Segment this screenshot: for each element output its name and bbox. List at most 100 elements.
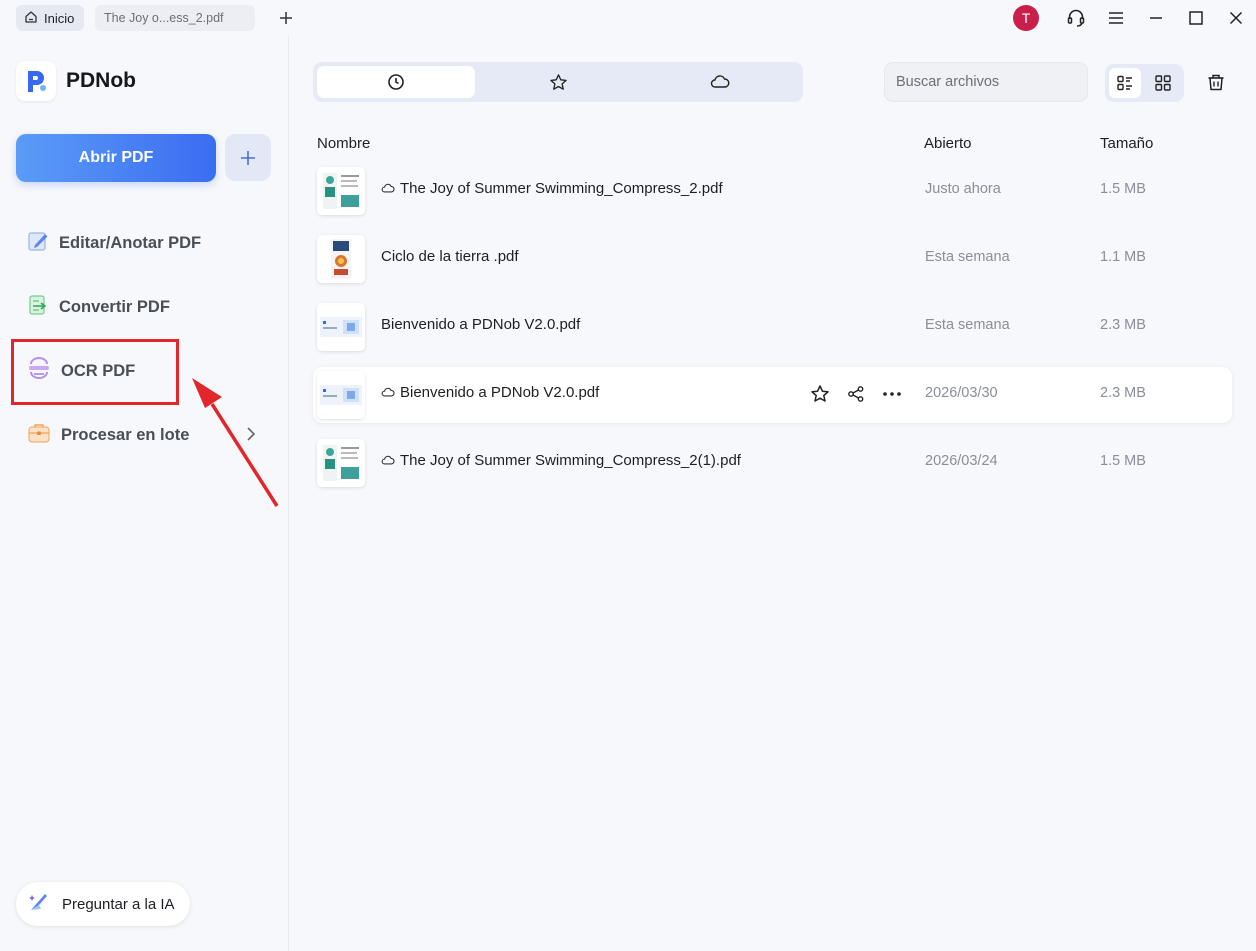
pdnob-logo-icon	[16, 61, 56, 101]
column-header-size[interactable]: Tamaño	[1100, 135, 1153, 152]
ask-ai-label: Preguntar a la IA	[62, 895, 175, 913]
file-size: 2.3 MB	[1100, 317, 1146, 333]
close-button[interactable]	[1224, 6, 1248, 30]
sidebar-item-label: Editar/Anotar PDF	[59, 233, 202, 252]
file-name-text: The Joy of Summer Swimming_Compress_2(1)…	[400, 452, 741, 469]
file-thumbnail	[317, 303, 365, 351]
favorite-button[interactable]	[809, 383, 831, 405]
file-name: Bienvenido a PDNob V2.0.pdf	[381, 316, 580, 333]
star-icon	[811, 385, 829, 402]
view-toggle	[1105, 64, 1184, 102]
file-opened: 2026/03/30	[925, 385, 998, 401]
avatar-letter: T	[1021, 10, 1031, 26]
support-button[interactable]	[1064, 6, 1088, 30]
file-name: Bienvenido a PDNob V2.0.pdf	[381, 384, 599, 401]
more-button[interactable]	[881, 383, 903, 405]
sidebar-item-label: Convertir PDF	[59, 297, 170, 316]
tab-document-label: The Joy o...ess_2.pdf	[104, 11, 224, 25]
avatar[interactable]: T	[1013, 5, 1039, 31]
file-thumbnail	[317, 235, 365, 283]
file-opened: Esta semana	[925, 317, 1010, 333]
close-icon	[1229, 11, 1243, 25]
sidebar-item-convert[interactable]: Convertir PDF	[26, 289, 170, 325]
file-name-text: Ciclo de la tierra .pdf	[381, 248, 519, 265]
file-opened: 2026/03/24	[925, 453, 998, 469]
share-icon	[848, 386, 864, 402]
cloud-icon	[381, 455, 395, 465]
file-name: The Joy of Summer Swimming_Compress_2.pd…	[381, 180, 723, 197]
file-thumbnail	[317, 167, 365, 215]
ai-sparkle-icon	[28, 891, 50, 917]
file-row[interactable]: Bienvenido a PDNob V2.0.pdf Esta semana …	[313, 299, 1232, 355]
app-name: PDNob	[66, 69, 136, 92]
chevron-right-icon[interactable]	[244, 425, 258, 448]
edit-icon	[26, 229, 50, 258]
cloud-icon	[710, 75, 730, 88]
list-view-icon	[1117, 75, 1132, 91]
file-name-text: Bienvenido a PDNob V2.0.pdf	[400, 384, 600, 401]
plus-icon	[280, 12, 292, 24]
file-size: 2.3 MB	[1100, 385, 1146, 401]
add-button[interactable]	[225, 134, 271, 181]
ocr-highlight-box	[11, 339, 179, 405]
new-tab-button[interactable]	[274, 6, 298, 30]
tab-document[interactable]: The Joy o...ess_2.pdf	[95, 5, 255, 31]
file-thumbnail	[317, 439, 365, 487]
file-source-tabs	[313, 62, 803, 102]
search-field[interactable]	[884, 62, 1088, 102]
plus-icon	[241, 150, 255, 165]
cloud-icon	[381, 387, 395, 397]
file-name: The Joy of Summer Swimming_Compress_2(1)…	[381, 452, 741, 469]
more-icon	[883, 392, 901, 396]
file-row[interactable]: Bienvenido a PDNob V2.0.pdf 2026/03/30 2…	[313, 367, 1232, 423]
grid-view-button[interactable]	[1147, 68, 1179, 98]
tab-cloud[interactable]	[641, 66, 799, 98]
list-view-button[interactable]	[1109, 68, 1141, 98]
app-logo: PDNob	[16, 61, 136, 101]
file-row[interactable]: The Joy of Summer Swimming_Compress_2(1)…	[313, 435, 1232, 491]
file-opened: Esta semana	[925, 249, 1010, 265]
minimize-icon	[1150, 17, 1162, 19]
maximize-button[interactable]	[1184, 6, 1208, 30]
ask-ai-button[interactable]: Preguntar a la IA	[16, 882, 190, 926]
maximize-icon	[1189, 11, 1203, 25]
file-size: 1.5 MB	[1100, 181, 1146, 197]
file-row[interactable]: The Joy of Summer Swimming_Compress_2.pd…	[313, 163, 1232, 219]
batch-icon	[26, 421, 52, 450]
tab-home[interactable]: Inicio	[16, 5, 84, 31]
menu-button[interactable]	[1104, 6, 1128, 30]
file-name: Ciclo de la tierra .pdf	[381, 248, 519, 265]
row-actions	[809, 383, 903, 405]
star-icon	[549, 73, 567, 90]
title-bar: Inicio The Joy o...ess_2.pdf T	[0, 0, 1256, 36]
file-size: 1.1 MB	[1100, 249, 1146, 265]
trash-button[interactable]	[1204, 70, 1228, 94]
column-header-name[interactable]: Nombre	[317, 135, 370, 152]
home-icon	[24, 10, 38, 27]
headset-icon	[1067, 9, 1085, 27]
file-row[interactable]: Ciclo de la tierra .pdf Esta semana 1.1 …	[313, 231, 1232, 287]
sidebar-item-label: Procesar en lote	[61, 425, 190, 444]
clock-icon	[388, 74, 404, 90]
grid-view-icon	[1155, 75, 1171, 91]
convert-icon	[26, 293, 50, 322]
file-opened: Justo ahora	[925, 181, 1001, 197]
share-button[interactable]	[845, 383, 867, 405]
file-name-text: The Joy of Summer Swimming_Compress_2.pd…	[400, 180, 723, 197]
file-name-text: Bienvenido a PDNob V2.0.pdf	[381, 316, 581, 333]
menu-icon	[1109, 12, 1123, 24]
column-header-opened[interactable]: Abierto	[924, 135, 972, 152]
search-input[interactable]	[896, 74, 1076, 90]
minimize-button[interactable]	[1144, 6, 1168, 30]
file-size: 1.5 MB	[1100, 453, 1146, 469]
cloud-icon	[381, 183, 395, 193]
tab-home-label: Inicio	[44, 10, 75, 26]
trash-icon	[1208, 74, 1224, 91]
file-thumbnail	[317, 371, 365, 419]
sidebar-item-edit[interactable]: Editar/Anotar PDF	[26, 225, 201, 261]
sidebar-item-batch[interactable]: Procesar en lote	[26, 417, 189, 453]
sidebar: PDNob Abrir PDF Editar/Anotar PDF Conver…	[0, 36, 289, 951]
tab-recent[interactable]	[317, 66, 475, 98]
open-pdf-button[interactable]: Abrir PDF	[16, 134, 216, 182]
tab-favorites[interactable]	[479, 66, 637, 98]
